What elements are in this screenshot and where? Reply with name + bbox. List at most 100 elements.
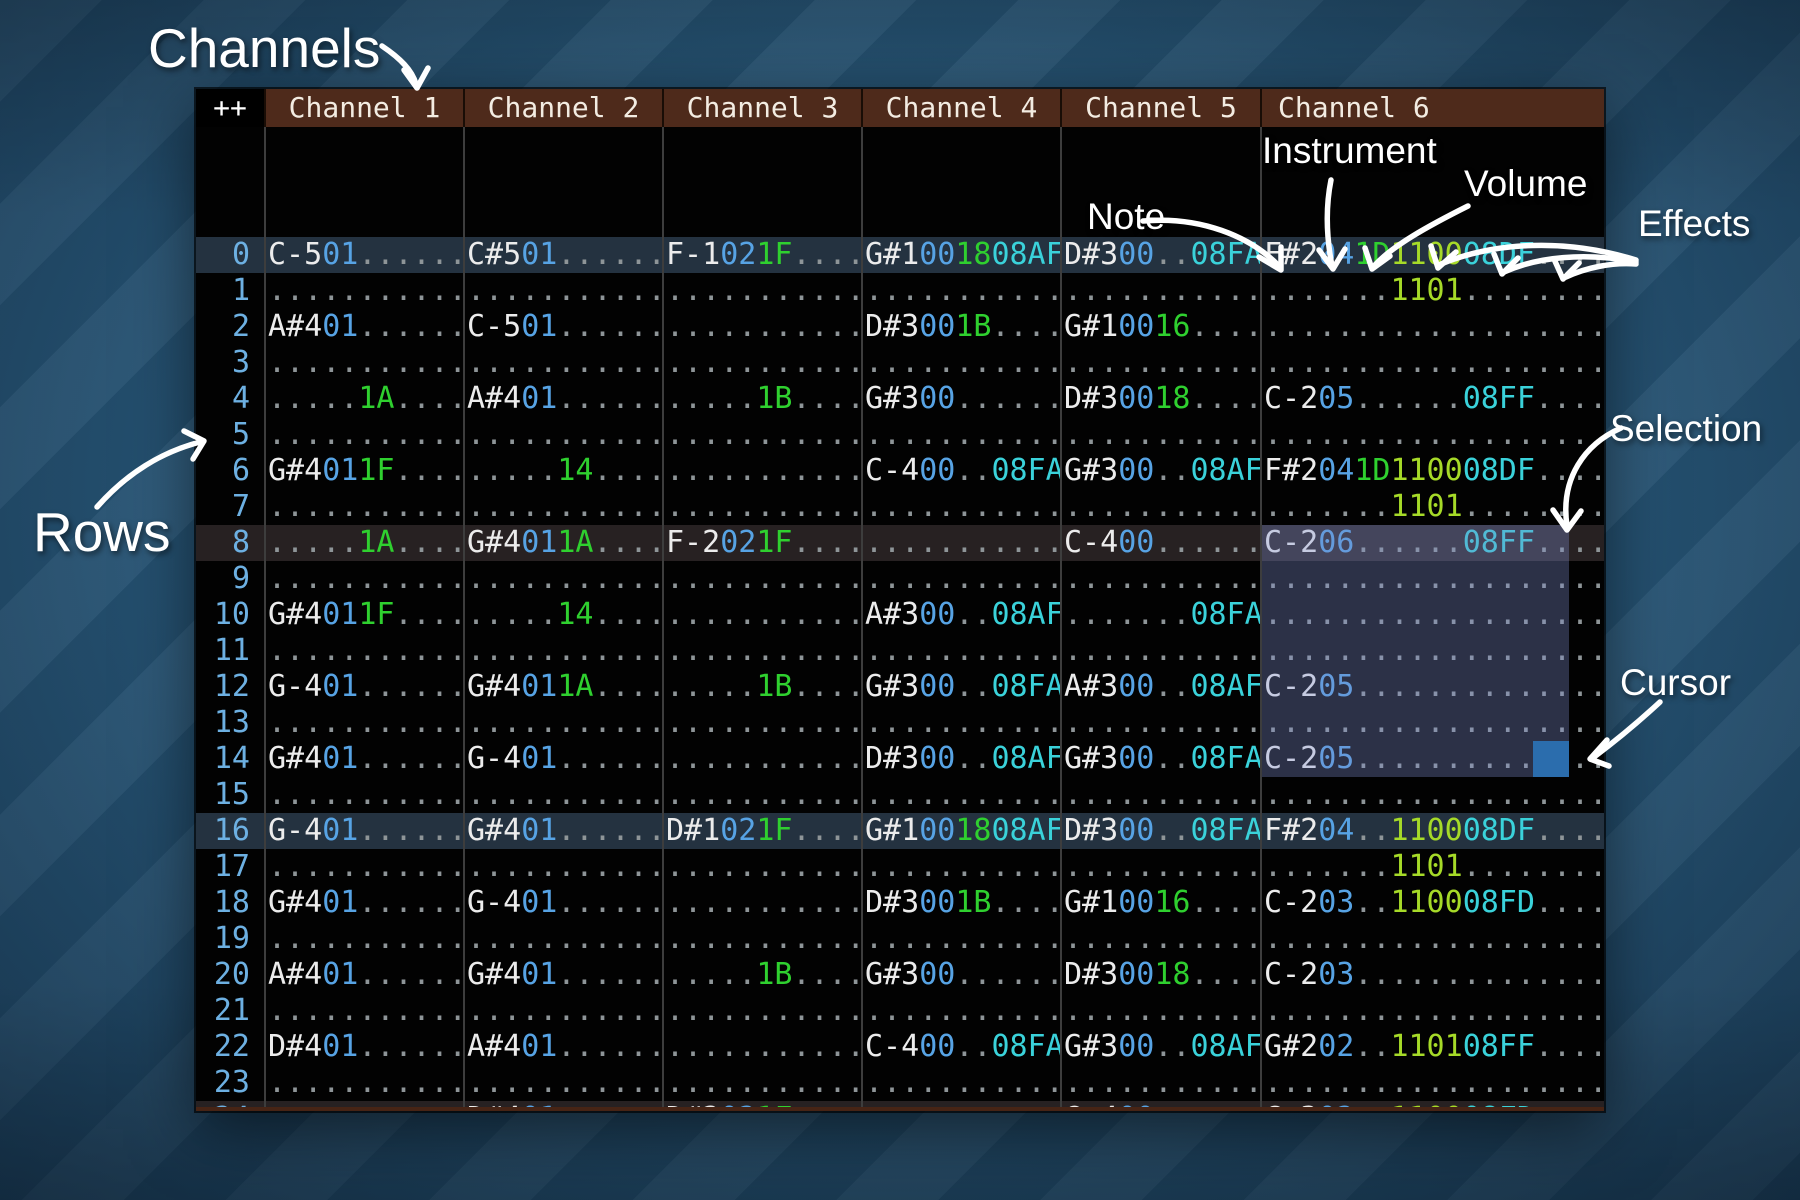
pattern-cell[interactable]: ...........	[662, 993, 861, 1029]
pattern-cell[interactable]: ...........	[861, 489, 1060, 525]
pattern-cell[interactable]: ...................	[1260, 993, 1604, 1029]
pattern-cell[interactable]: ...........	[662, 777, 861, 813]
pattern-cell[interactable]: ...........	[463, 921, 662, 957]
pattern-cell[interactable]: D#30018....	[1060, 381, 1260, 417]
pattern-cell[interactable]: D#401......	[264, 1029, 463, 1065]
pattern-cell[interactable]: .....1A....	[264, 381, 463, 417]
row-number[interactable]: 13	[196, 705, 264, 741]
pattern-cell[interactable]: D#3001B....	[861, 309, 1060, 345]
row-number[interactable]: 22	[196, 1029, 264, 1065]
pattern-cell[interactable]: G#10016....	[1060, 885, 1260, 921]
pattern-cell[interactable]: ...........	[1060, 417, 1260, 453]
pattern-cell[interactable]: ...........	[662, 633, 861, 669]
pattern-cell[interactable]: F#2041D110008DF....	[1260, 453, 1604, 489]
pattern-cell[interactable]: G#401......	[463, 957, 662, 993]
pattern-cell[interactable]: F-1021F....	[662, 237, 861, 273]
pattern-cell[interactable]: ...................	[1260, 345, 1604, 381]
pattern-cell[interactable]: G#4011F....	[264, 597, 463, 633]
pattern-cell[interactable]: ...........	[264, 417, 463, 453]
pattern-cell[interactable]: ...........	[1060, 345, 1260, 381]
pattern-cell[interactable]: G#202..110108FF....	[1260, 1029, 1604, 1065]
row-number[interactable]: 16	[196, 813, 264, 849]
pattern-cell[interactable]: C-400......	[1060, 525, 1260, 561]
pattern-cell[interactable]: ...........	[1060, 489, 1260, 525]
pattern-cell[interactable]: ...........	[662, 489, 861, 525]
pattern-cell[interactable]: ...........	[861, 273, 1060, 309]
pattern-cell[interactable]: C-501......	[264, 237, 463, 273]
pattern-cell[interactable]: .......1101........	[1260, 489, 1604, 525]
pattern-cell[interactable]: F#2041D110008DF....	[1260, 237, 1604, 273]
row-number[interactable]: 19	[196, 921, 264, 957]
pattern-cell[interactable]: C-400..08FA	[861, 453, 1060, 489]
pattern-cell[interactable]: ...........	[662, 1065, 861, 1101]
pattern-cell[interactable]: ...........	[264, 273, 463, 309]
pattern-cell[interactable]: D#2021F....	[662, 1101, 861, 1111]
pattern-cell[interactable]: ...........	[1060, 633, 1260, 669]
pattern-cell[interactable]: ...........	[463, 777, 662, 813]
pattern-cell[interactable]: D#30018....	[1060, 957, 1260, 993]
pattern-cell[interactable]: ...........	[463, 1065, 662, 1101]
pattern-cell[interactable]: ...........	[662, 273, 861, 309]
pattern-cell[interactable]: ...........	[463, 849, 662, 885]
pattern-cell[interactable]: ...........	[463, 345, 662, 381]
pattern-cell[interactable]: D#401......	[463, 1101, 662, 1111]
channel-header-4[interactable]: Channel 4	[861, 89, 1060, 127]
pattern-cell[interactable]: .....1B....	[662, 669, 861, 705]
pattern-cell[interactable]: A#401......	[463, 381, 662, 417]
row-number[interactable]: 20	[196, 957, 264, 993]
pattern-cell[interactable]: ...........	[264, 489, 463, 525]
pattern-cell[interactable]: C-302..110008FD....	[1260, 1101, 1604, 1111]
pattern-cell[interactable]: ...........	[1060, 705, 1260, 741]
pattern-cell[interactable]: ...........	[1060, 993, 1260, 1029]
pattern-cell[interactable]: ...........	[861, 633, 1060, 669]
pattern-cell[interactable]: .....1A....	[264, 525, 463, 561]
pattern-cell[interactable]: .....1B....	[662, 957, 861, 993]
pattern-cell[interactable]: ...........	[264, 777, 463, 813]
row-number[interactable]: 0	[196, 237, 264, 273]
pattern-cell[interactable]: ...........	[861, 1065, 1060, 1101]
pattern-cell[interactable]: ...........	[1060, 777, 1260, 813]
pattern-cell[interactable]: G-401......	[463, 885, 662, 921]
pattern-cell[interactable]: ...........	[662, 849, 861, 885]
pattern-cell[interactable]: G#1001808AF	[861, 813, 1060, 849]
pattern-cell[interactable]: ...........	[264, 345, 463, 381]
pattern-cell[interactable]: ...........	[861, 993, 1060, 1029]
pattern-cell[interactable]: C-501......	[463, 309, 662, 345]
row-number[interactable]: 1	[196, 273, 264, 309]
pattern-cell[interactable]: D#300..08FA	[1060, 813, 1260, 849]
pattern-cell[interactable]: G#401......	[264, 741, 463, 777]
pattern-cell[interactable]: G-401......	[463, 741, 662, 777]
pattern-cell[interactable]: G#300..08AF	[1060, 453, 1260, 489]
pattern-cell[interactable]: ...........	[463, 993, 662, 1029]
pattern-cell[interactable]: G-401......	[264, 813, 463, 849]
row-number[interactable]: 21	[196, 993, 264, 1029]
pattern-cell[interactable]: G#300......	[861, 957, 1060, 993]
pattern-cell[interactable]: G#1001808AF	[861, 237, 1060, 273]
pattern-cell[interactable]: D#300..08AF	[861, 741, 1060, 777]
pattern-cell[interactable]: G#300......	[861, 381, 1060, 417]
pattern-cell[interactable]: ...........	[662, 705, 861, 741]
row-number[interactable]: 15	[196, 777, 264, 813]
pattern-cell[interactable]: ...................	[1260, 309, 1604, 345]
pattern-cell[interactable]: ...........	[861, 345, 1060, 381]
pattern-cell[interactable]: C-205......08FF....	[1260, 381, 1604, 417]
add-channel-button[interactable]: ++	[196, 89, 264, 127]
pattern-cell[interactable]: .....14....	[463, 597, 662, 633]
pattern-cell[interactable]: G#300..08AF	[1060, 1029, 1260, 1065]
pattern-cell[interactable]: ...........	[861, 561, 1060, 597]
pattern-cell[interactable]: G#300..08FA	[861, 669, 1060, 705]
pattern-cell[interactable]: ...........	[662, 345, 861, 381]
pattern-cell[interactable]: G#10016....	[1060, 309, 1260, 345]
pattern-cell[interactable]: G#401......	[264, 885, 463, 921]
pattern-cell[interactable]: .....14....	[463, 453, 662, 489]
pattern-cell[interactable]: ...........	[861, 1101, 1060, 1111]
pattern-cell[interactable]: G#300..08FA	[1060, 741, 1260, 777]
pattern-cell[interactable]: G#401......	[463, 813, 662, 849]
row-number[interactable]: 3	[196, 345, 264, 381]
pattern-cell[interactable]: ...........	[662, 561, 861, 597]
channel-header-1[interactable]: Channel 1	[264, 89, 463, 127]
row-number[interactable]: 7	[196, 489, 264, 525]
pattern-cell[interactable]: G-401......	[264, 669, 463, 705]
row-number[interactable]: 9	[196, 561, 264, 597]
pattern-cell[interactable]: F-2021F....	[662, 525, 861, 561]
